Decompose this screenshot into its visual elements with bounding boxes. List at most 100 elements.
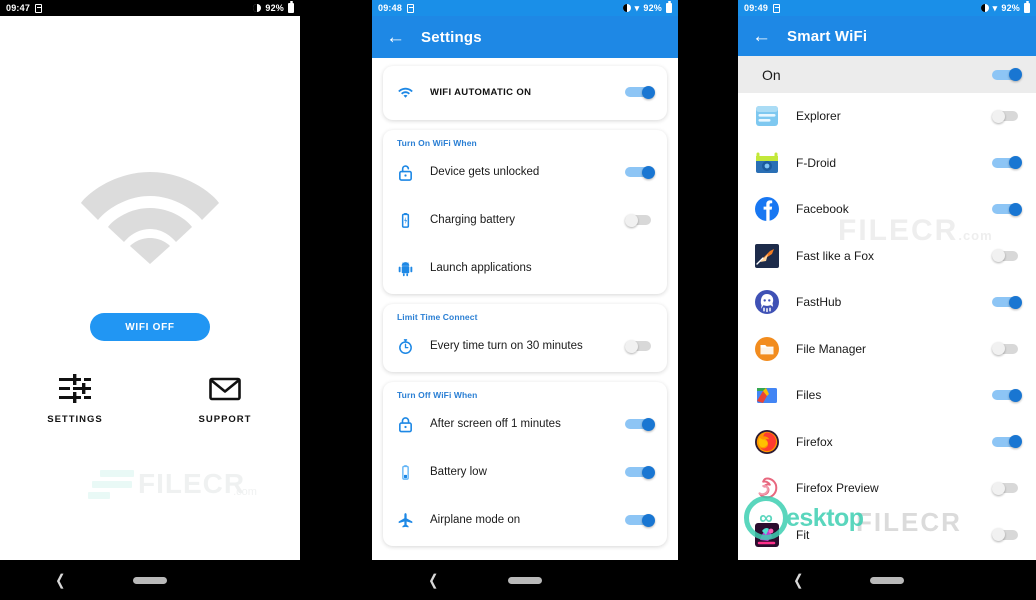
list-item[interactable]: Firefox (738, 419, 1036, 466)
battery-low-toggle[interactable] (625, 465, 655, 479)
app-toggle[interactable] (992, 342, 1022, 356)
android-navigation-bar: ❮ (738, 560, 1036, 600)
turn-on-wifi-title: Turn On WiFi When (397, 138, 477, 148)
brightness-icon (253, 4, 262, 12)
file-manager-app-icon (754, 336, 780, 362)
status-battery-percent: 92% (265, 3, 284, 13)
list-item[interactable]: Fast like a Fox (738, 233, 1036, 280)
list-item[interactable]: Explorer (738, 93, 1036, 140)
page-title: Smart WiFi (787, 27, 868, 45)
wifi-automatic-label: WIFI AUTOMATIC ON (430, 86, 532, 98)
smart-wifi-master-row[interactable]: On (738, 56, 1036, 93)
list-item[interactable]: Facebook (738, 186, 1036, 233)
facebook-app-icon (754, 196, 780, 222)
every-time-turn-on-toggle[interactable] (625, 339, 655, 353)
status-time: 09:49 (744, 3, 769, 13)
envelope-icon (208, 374, 242, 404)
app-label: Firefox (796, 434, 833, 449)
app-toggle[interactable] (992, 295, 1022, 309)
wifi-automatic-row[interactable]: WIFI AUTOMATIC ON (383, 66, 667, 118)
smart-wifi-master-label: On (762, 66, 781, 83)
wifi-icon (397, 84, 414, 101)
back-chevron-icon[interactable]: ❮ (793, 573, 803, 588)
after-screen-off-label: After screen off 1 minutes (430, 418, 561, 430)
wifi-off-button[interactable]: WIFI OFF (90, 313, 210, 341)
list-item[interactable]: F-Droid (738, 140, 1036, 187)
home-pill-icon[interactable] (508, 576, 542, 584)
support-action-label: SUPPORT (198, 414, 252, 425)
device-unlocked-row[interactable]: Device gets unlocked (383, 148, 667, 196)
app-label: Fit (796, 527, 810, 542)
app-toggle[interactable] (992, 249, 1022, 263)
turn-off-wifi-card: Turn Off WiFi When After screen off 1 mi… (383, 382, 667, 546)
battery-low-label: Battery low (430, 466, 487, 478)
back-arrow-icon[interactable]: ← (752, 27, 771, 46)
device-unlocked-toggle[interactable] (625, 165, 655, 179)
back-arrow-icon[interactable]: ← (386, 28, 405, 47)
app-label: Firefox Preview (796, 481, 879, 496)
action-row: SETTINGS SUPPORT (0, 374, 300, 425)
wifi-status-icon: ▾ (992, 2, 998, 13)
app-toggle[interactable] (992, 528, 1022, 542)
support-action-button[interactable]: SUPPORT (150, 374, 300, 425)
settings-action-button[interactable]: SETTINGS (0, 374, 150, 425)
charging-battery-row[interactable]: Charging battery (383, 196, 667, 244)
airplane-mode-label: Airplane mode on (430, 514, 521, 526)
launch-applications-row[interactable]: Launch applications (383, 244, 667, 292)
phone-panel-settings-screen: 09:48 ▾ 92% ← Settings WIFI AUTOMATIC ON… (372, 0, 678, 600)
charging-battery-label: Charging battery (430, 214, 516, 226)
app-toggle[interactable] (992, 435, 1022, 449)
app-label: Fast like a Fox (796, 248, 875, 263)
brightness-icon (980, 4, 989, 12)
fasthub-app-icon (754, 289, 780, 315)
sliders-icon (58, 374, 92, 404)
app-label: Facebook (796, 202, 849, 217)
status-time: 09:47 (6, 3, 31, 13)
status-battery-percent: 92% (1001, 3, 1020, 13)
list-item[interactable]: Files (738, 372, 1036, 419)
app-toggle[interactable] (992, 156, 1022, 170)
status-battery-percent: 92% (643, 3, 662, 13)
list-item[interactable]: Fit (738, 512, 1036, 559)
list-item[interactable]: File Manager (738, 326, 1036, 373)
firefox-app-icon (754, 429, 780, 455)
after-screen-off-toggle[interactable] (625, 417, 655, 431)
turn-on-wifi-card: Turn On WiFi When Device gets unlocked C… (383, 130, 667, 294)
phone-panel-main-screen: 09:47 92% WIFI OFF SETTINGS SUPPORT FILE… (0, 0, 300, 600)
brightness-icon (622, 4, 631, 12)
battery-low-row[interactable]: Battery low (383, 448, 667, 496)
after-screen-off-row[interactable]: After screen off 1 minutes (383, 400, 667, 448)
wifi-signal-icon (80, 156, 220, 264)
app-toggle[interactable] (992, 109, 1022, 123)
smart-wifi-master-toggle[interactable] (992, 68, 1022, 81)
phone-panel-smart-wifi-screen: 09:49 ▾ 92% ← Smart WiFi On Explorer F-D… (738, 0, 1036, 600)
smart-wifi-content: On Explorer F-Droid Facebook Fast like a… (738, 56, 1036, 560)
app-label: Files (796, 388, 822, 403)
limit-time-connect-card: Limit Time Connect Every time turn on 30… (383, 304, 667, 372)
charging-battery-toggle[interactable] (625, 213, 655, 227)
airplane-icon (397, 512, 414, 529)
app-toggle[interactable] (992, 481, 1022, 495)
airplane-mode-toggle[interactable] (625, 513, 655, 527)
locked-padlock-icon (397, 416, 414, 433)
wifi-automatic-card: WIFI AUTOMATIC ON (383, 66, 667, 120)
every-time-turn-on-row[interactable]: Every time turn on 30 minutes (383, 322, 667, 370)
android-navigation-bar: ❮ (372, 560, 678, 600)
launch-applications-label: Launch applications (430, 262, 532, 274)
wifi-automatic-toggle[interactable] (625, 85, 655, 99)
every-time-turn-on-label: Every time turn on 30 minutes (430, 340, 583, 352)
app-toggle[interactable] (992, 388, 1022, 402)
home-pill-icon[interactable] (870, 576, 904, 584)
back-chevron-icon[interactable]: ❮ (55, 573, 65, 588)
settings-content: WIFI AUTOMATIC ON Turn On WiFi When Devi… (372, 58, 678, 560)
airplane-mode-row[interactable]: Airplane mode on (383, 496, 667, 544)
app-label: File Manager (796, 341, 867, 356)
app-toggle[interactable] (992, 202, 1022, 216)
list-item[interactable]: FastHub (738, 279, 1036, 326)
home-pill-icon[interactable] (133, 576, 167, 584)
smart-wifi-app-bar: ← Smart WiFi (738, 16, 1036, 56)
filecr-watermark-sub: .com (233, 486, 257, 498)
list-item[interactable]: Firefox Preview (738, 465, 1036, 512)
unlocked-padlock-icon (397, 164, 414, 181)
back-chevron-icon[interactable]: ❮ (428, 573, 438, 588)
